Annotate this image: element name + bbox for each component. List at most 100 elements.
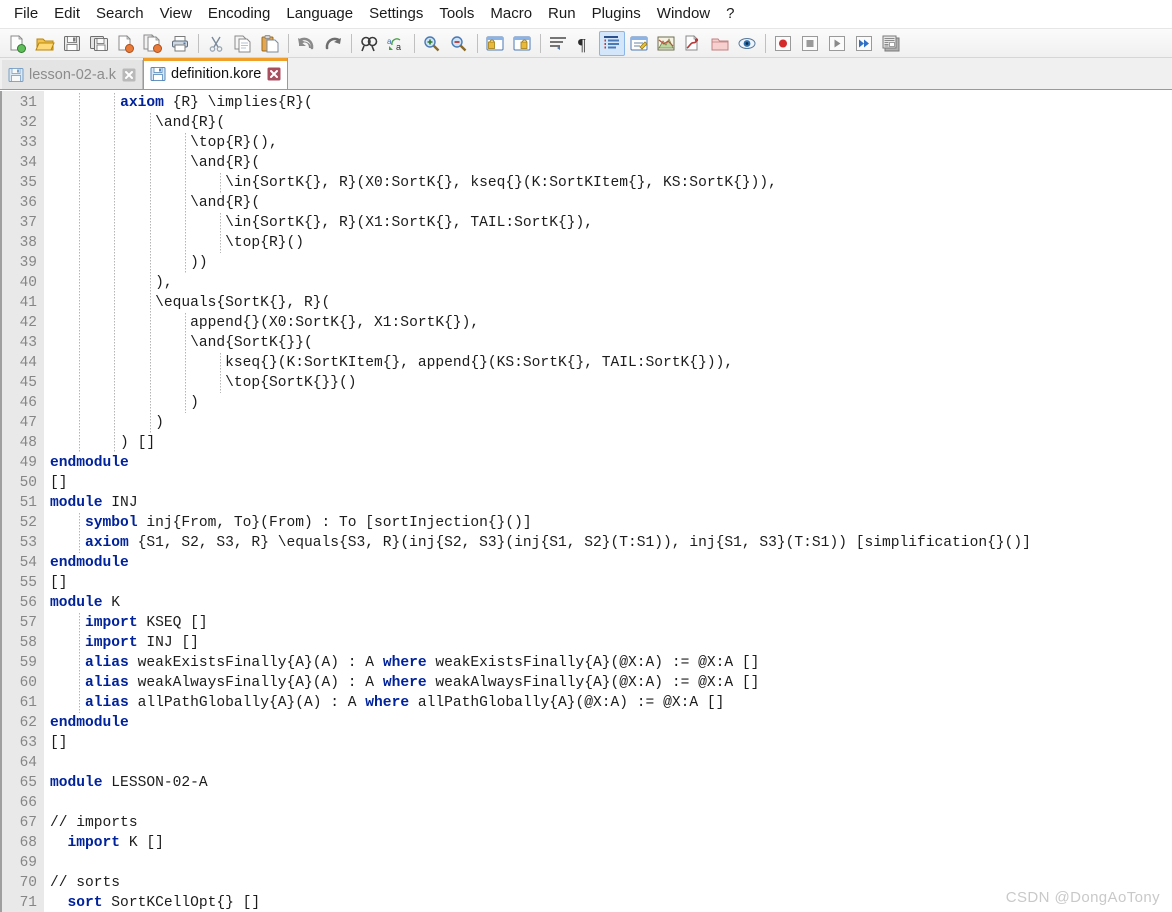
code-line[interactable]: module INJ	[50, 493, 1172, 513]
code-line[interactable]: )	[50, 413, 1172, 433]
code-line[interactable]: import KSEQ []	[50, 613, 1172, 633]
code-line[interactable]: import INJ []	[50, 633, 1172, 653]
menu-help[interactable]: ?	[718, 3, 742, 25]
toolbar-button-run-macro-multiple[interactable]	[851, 31, 877, 56]
code-line[interactable]: []	[50, 573, 1172, 593]
toolbar-button-undo[interactable]	[293, 31, 319, 56]
menu-plugins[interactable]: Plugins	[584, 3, 649, 25]
code-line[interactable]: ) []	[50, 433, 1172, 453]
code-text-area[interactable]: axiom {R} \implies{R}( \and{R}( \top{R}(…	[44, 91, 1172, 912]
menu-tools[interactable]: Tools	[431, 3, 482, 25]
menu-language[interactable]: Language	[278, 3, 361, 25]
toolbar-button-copy[interactable]	[230, 31, 256, 56]
code-line[interactable]: []	[50, 473, 1172, 493]
toolbar-button-zoom-out[interactable]	[446, 31, 472, 56]
toolbar-button-monitoring[interactable]	[734, 31, 760, 56]
code-line[interactable]: ),	[50, 273, 1172, 293]
code-line[interactable]: symbol inj{From, To}(From) : To [sortInj…	[50, 513, 1172, 533]
code-line[interactable]: \and{SortK{}}(	[50, 333, 1172, 353]
code-line[interactable]: \top{R}()	[50, 233, 1172, 253]
line-number: 38	[19, 235, 37, 251]
code-line[interactable]: \equals{SortK{}, R}(	[50, 293, 1172, 313]
code-line[interactable]: axiom {R} \implies{R}(	[50, 93, 1172, 113]
menu-view[interactable]: View	[152, 3, 200, 25]
code-line[interactable]: alias weakExistsFinally{A}(A) : A where …	[50, 653, 1172, 673]
code-line[interactable]: ))	[50, 253, 1172, 273]
toolbar-button-play-macro[interactable]	[824, 31, 850, 56]
menu-search[interactable]: Search	[88, 3, 152, 25]
code-line[interactable]: import K []	[50, 833, 1172, 853]
code-line[interactable]: endmodule	[50, 713, 1172, 733]
toolbar-button-redo[interactable]	[320, 31, 346, 56]
menu-run[interactable]: Run	[540, 3, 584, 25]
toolbar-button-show-all-characters[interactable]: ¶	[572, 31, 598, 56]
code-line[interactable]: alias allPathGlobally{A}(A) : A where al…	[50, 693, 1172, 713]
tab-definition-kore[interactable]: definition.kore	[143, 58, 289, 89]
code-line[interactable]: \in{SortK{}, R}(X0:SortK{}, kseq{}(K:Sor…	[50, 173, 1172, 193]
line-number: 34	[19, 155, 37, 171]
code-line[interactable]: endmodule	[50, 553, 1172, 573]
code-line[interactable]	[50, 853, 1172, 873]
toolbar-button-indent-guide[interactable]	[599, 30, 625, 56]
word-wrap-icon	[548, 34, 568, 53]
code-line[interactable]	[50, 793, 1172, 813]
code-line[interactable]: \and{R}(	[50, 153, 1172, 173]
toolbar-button-close-all-files[interactable]	[140, 31, 166, 56]
code-line[interactable]: axiom {S1, S2, S3, R} \equals{S3, R}(inj…	[50, 533, 1172, 553]
print-icon	[170, 34, 190, 53]
tab-close-icon[interactable]	[267, 67, 281, 81]
toolbar-button-document-map[interactable]	[653, 31, 679, 56]
tab-close-icon[interactable]	[122, 68, 136, 82]
menu-settings[interactable]: Settings	[361, 3, 431, 25]
toolbar-button-open-file[interactable]	[32, 31, 58, 56]
code-line[interactable]: // imports	[50, 813, 1172, 833]
toolbar-button-function-list[interactable]	[680, 31, 706, 56]
toolbar-button-cut[interactable]	[203, 31, 229, 56]
code-line[interactable]: module LESSON-02-A	[50, 773, 1172, 793]
editor-area[interactable]: 31 32 33 34 35 36 37 38 39 40 41 42 43 44 45 46 47 48 49 50…	[0, 90, 1172, 912]
toolbar-button-record-macro[interactable]	[770, 31, 796, 56]
code-line[interactable]: []	[50, 733, 1172, 753]
toolbar-button-sync-horizontal-scroll[interactable]	[509, 31, 535, 56]
code-line[interactable]: append{}(X0:SortK{}, X1:SortK{}),	[50, 313, 1172, 333]
code-line[interactable]: \and{R}(	[50, 113, 1172, 133]
menu-edit[interactable]: Edit	[46, 3, 88, 25]
document-map-icon	[656, 34, 676, 53]
code-line[interactable]: alias weakAlwaysFinally{A}(A) : A where …	[50, 673, 1172, 693]
toolbar-button-zoom-in[interactable]	[419, 31, 445, 56]
line-number: 70	[19, 875, 37, 891]
code-line[interactable]: sort SortKCellOpt{} []	[50, 893, 1172, 912]
toolbar-button-folder-as-workspace[interactable]	[707, 31, 733, 56]
code-line[interactable]: \and{R}(	[50, 193, 1172, 213]
toolbar-button-run[interactable]	[878, 31, 904, 56]
code-line[interactable]: \top{R}(),	[50, 133, 1172, 153]
toolbar-button-save[interactable]	[59, 31, 85, 56]
menu-macro[interactable]: Macro	[482, 3, 540, 25]
code-line[interactable]	[50, 753, 1172, 773]
toolbar-button-sync-vertical-scroll[interactable]	[482, 31, 508, 56]
code-line[interactable]: module K	[50, 593, 1172, 613]
code-line[interactable]: kseq{}(K:SortKItem{}, append{}(KS:SortK{…	[50, 353, 1172, 373]
menu-window[interactable]: Window	[649, 3, 718, 25]
toolbar-button-word-wrap[interactable]	[545, 31, 571, 56]
code-line[interactable]: \in{SortK{}, R}(X1:SortK{}, TAIL:SortK{}…	[50, 213, 1172, 233]
menu-file[interactable]: File	[6, 3, 46, 25]
toolbar-button-paste[interactable]	[257, 31, 283, 56]
toolbar-button-print[interactable]	[167, 31, 193, 56]
tab-lesson-02-a-k[interactable]: lesson-02-a.k	[2, 60, 144, 89]
code-line[interactable]: \top{SortK{}}()	[50, 373, 1172, 393]
toolbar-button-close-file[interactable]	[113, 31, 139, 56]
toolbar-button-user-defined-language[interactable]	[626, 31, 652, 56]
code-line[interactable]: )	[50, 393, 1172, 413]
notepadpp-window: File Edit Search View Encoding Language Settin…	[0, 0, 1172, 912]
toolbar-button-save-all[interactable]	[86, 31, 112, 56]
toolbar-button-find[interactable]	[356, 31, 382, 56]
find-icon	[359, 34, 379, 53]
code-line[interactable]: // sorts	[50, 873, 1172, 893]
toolbar-button-stop-macro[interactable]	[797, 31, 823, 56]
toolbar-button-new-file[interactable]	[5, 31, 31, 56]
undo-icon	[296, 34, 316, 53]
toolbar-button-replace[interactable]: aa	[383, 31, 409, 56]
code-line[interactable]: endmodule	[50, 453, 1172, 473]
menu-encoding[interactable]: Encoding	[200, 3, 279, 25]
